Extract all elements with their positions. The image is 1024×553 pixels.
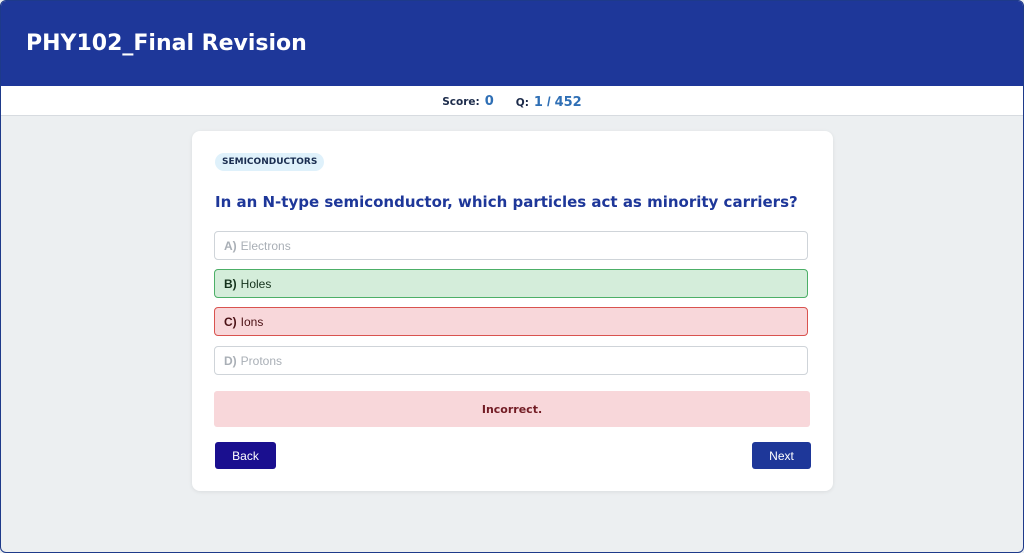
score-display: Score: 0: [442, 94, 494, 109]
option-a[interactable]: A) Electrons: [214, 231, 808, 260]
option-d[interactable]: D) Protons: [214, 346, 808, 375]
option-b[interactable]: B) Holes: [214, 269, 808, 298]
score-value: 0: [484, 94, 494, 109]
question-card: SEMICONDUCTORS In an N-type semiconducto…: [192, 131, 833, 491]
question-separator: /: [546, 93, 551, 109]
option-text: Holes: [240, 276, 272, 291]
question-current: 1: [533, 94, 543, 110]
status-bar: Score: 0 Q: 1 / 452: [1, 86, 1023, 116]
option-letter: C): [224, 314, 237, 329]
option-letter: D): [224, 353, 237, 368]
page-title: PHY102_Final Revision: [26, 31, 307, 56]
question-text: In an N-type semiconductor, which partic…: [215, 193, 798, 211]
option-c[interactable]: C) Ions: [214, 307, 808, 336]
option-letter: B): [224, 276, 237, 291]
question-total: 452: [554, 94, 582, 110]
app-window: PHY102_Final Revision Score: 0 Q: 1 / 45…: [0, 0, 1024, 553]
app-header: PHY102_Final Revision: [1, 1, 1023, 86]
next-button[interactable]: Next: [752, 442, 811, 469]
score-label: Score:: [442, 96, 480, 108]
option-text: Protons: [240, 353, 283, 368]
feedback-message: Incorrect.: [214, 391, 810, 427]
question-counter-label: Q:: [515, 96, 529, 109]
question-counter: Q: 1 / 452: [516, 94, 582, 110]
option-text: Ions: [240, 314, 264, 329]
option-text: Electrons: [240, 238, 291, 253]
option-letter: A): [224, 238, 237, 253]
topic-badge: SEMICONDUCTORS: [215, 153, 325, 171]
back-button[interactable]: Back: [215, 442, 276, 469]
